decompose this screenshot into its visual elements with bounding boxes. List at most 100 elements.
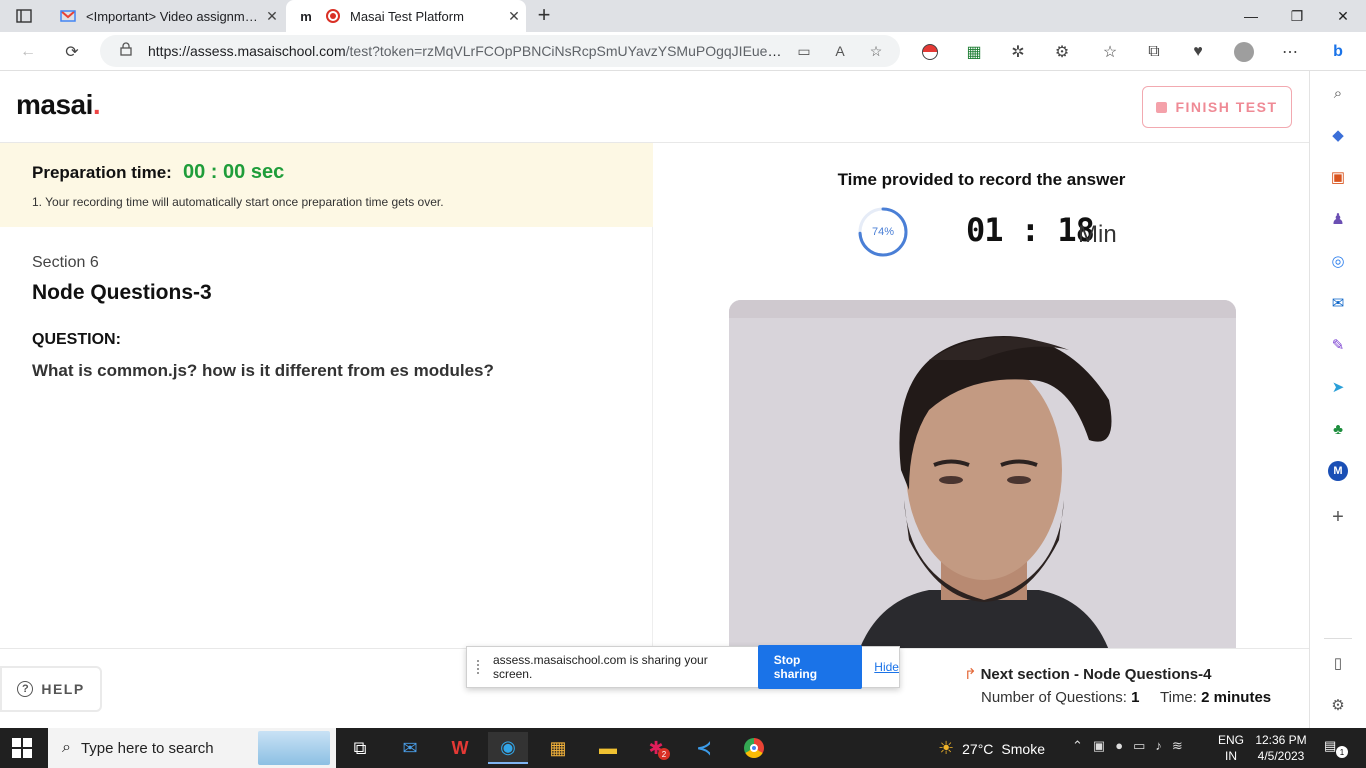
slack-icon[interactable]: ✱ 2 [636, 732, 676, 764]
next-section-title: Next section - Node Questions-4 [980, 666, 1212, 683]
task-view-icon[interactable]: ⧉ [340, 732, 380, 764]
recording-icon [326, 9, 340, 23]
question-circle-icon: ? [17, 681, 34, 697]
extension-pokeball-icon[interactable] [916, 38, 944, 66]
camera-tray-icon[interactable]: ▣ [1093, 738, 1105, 754]
stop-sharing-button[interactable]: Stop sharing [757, 645, 863, 689]
tab-masai[interactable]: m Masai Test Platform ✕ [286, 0, 526, 32]
taskbar-search[interactable]: ⌕ Type here to search [48, 728, 336, 768]
sun-haze-icon: ☀ [938, 738, 955, 758]
tree-icon[interactable]: ♣ [1327, 418, 1349, 440]
chrome-icon[interactable] [734, 732, 774, 764]
extensions-icon[interactable]: ⚙ [1048, 38, 1076, 66]
close-tab-icon[interactable]: ✕ [260, 8, 284, 25]
performance-icon[interactable]: ♥ [1184, 38, 1212, 66]
microsoft365-icon[interactable]: ◎ [1327, 250, 1349, 272]
telegram-icon[interactable]: ➤ [1327, 376, 1349, 398]
volume-icon[interactable]: ♪ [1155, 738, 1162, 754]
clock-time: 12:36 PM [1255, 733, 1307, 747]
favorites-icon[interactable]: ☆ [1096, 38, 1124, 66]
m-app-icon[interactable]: M [1327, 460, 1349, 482]
tools-briefcase-icon[interactable]: ▣ [1327, 166, 1349, 188]
question-label: QUESTION: [32, 331, 121, 348]
url-host: https://assess.masaischool.com [148, 43, 346, 59]
webcam-person-image [729, 300, 1236, 650]
close-window-button[interactable]: ✕ [1320, 0, 1366, 32]
weather-desc: Smoke [1001, 740, 1045, 757]
system-tray: ⌃ ▣ ● ▭ ♪ ≋ [1072, 738, 1183, 754]
outlook-icon[interactable]: ✉ [1327, 292, 1349, 314]
read-aloud-icon[interactable]: A [830, 41, 850, 61]
language-indicator[interactable]: ENG IN [1218, 732, 1244, 764]
help-button[interactable]: ? HELP [0, 666, 102, 712]
notification-icon[interactable]: ▤ 1 [1324, 738, 1348, 758]
question-pane: Preparation time: 00 : 00 sec 1. Your re… [0, 143, 653, 728]
tab-title: <Important> Video assignment [86, 8, 260, 24]
lang-region: IN [1225, 749, 1237, 763]
logo-dot: . [92, 89, 101, 120]
masai-icon: m [300, 8, 312, 24]
time-value: 2 minutes [1201, 689, 1272, 706]
refresh-button[interactable]: ⟳ [58, 38, 86, 66]
extension-sheet-icon[interactable]: ▦ [960, 38, 988, 66]
shopping-tag-icon[interactable]: ◆ [1327, 124, 1349, 146]
search-icon[interactable]: ⌕ [1327, 82, 1349, 104]
bing-chat-icon[interactable]: b [1324, 38, 1352, 66]
settings-gear-icon[interactable]: ⚙ [1327, 694, 1349, 716]
battery-icon[interactable]: ▭ [1133, 738, 1145, 754]
recording-pane: Time provided to record the answer 74% 0… [654, 143, 1309, 728]
search-placeholder: Type here to search [80, 739, 214, 757]
address-bar[interactable]: https://assess.masaischool.com/test?toke… [100, 35, 900, 67]
windows-start-icon[interactable] [12, 738, 32, 758]
chevron-up-icon[interactable]: ⌃ [1072, 738, 1083, 754]
tab-gmail[interactable]: <Important> Video assignment ✕ [48, 0, 284, 32]
questions-label: Number of Questions: [981, 689, 1127, 706]
camera-in-use-icon[interactable]: ▭ [794, 41, 814, 61]
search-highlight-image [258, 731, 330, 765]
test-page: masai. FINISH TEST Preparation time: 00 … [0, 71, 1309, 728]
lock-icon[interactable] [120, 41, 134, 61]
games-icon[interactable]: ♟ [1327, 208, 1349, 230]
add-sidebar-icon[interactable]: + [1327, 506, 1349, 528]
stop-square-icon [1156, 101, 1168, 113]
drag-handle-icon[interactable] [477, 660, 483, 674]
profile-avatar[interactable] [1230, 38, 1258, 66]
add-favorite-icon[interactable]: ☆ [866, 41, 886, 61]
wifi-icon[interactable]: ≋ [1172, 738, 1183, 754]
browser-toolbar: ← ⟳ https://assess.masaischool.com/test?… [0, 32, 1366, 71]
mail-icon[interactable]: ✉ [390, 732, 430, 764]
edge-sidebar: ⌕ ◆ ▣ ♟ ◎ ✉ ✎ ➤ ♣ M + ▯ ⚙ [1309, 71, 1366, 728]
lang-code: ENG [1218, 733, 1245, 747]
slack-badge: 2 [658, 748, 670, 760]
designer-icon[interactable]: ✎ [1327, 334, 1349, 356]
microphone-icon[interactable]: ● [1115, 738, 1123, 754]
new-tab-button[interactable]: + [532, 4, 556, 28]
taskbar-clock[interactable]: 12:36 PM 4/5/2023 [1255, 732, 1307, 764]
recording-title: Time provided to record the answer [837, 170, 1126, 189]
hide-sidebar-icon[interactable]: ▯ [1327, 652, 1349, 674]
weather-widget[interactable]: ☀ 27°C Smoke [938, 738, 1045, 759]
edge-browser-icon[interactable]: ◉ [488, 732, 528, 764]
extension-bug-icon[interactable]: ✲ [1004, 38, 1032, 66]
timer-unit: Min [1078, 221, 1117, 248]
tab-actions-icon[interactable] [10, 6, 38, 26]
back-button[interactable]: ← [14, 38, 42, 66]
minimize-button[interactable]: — [1228, 0, 1274, 32]
question-text: What is common.js? how is it different f… [32, 361, 494, 380]
close-tab-icon[interactable]: ✕ [502, 8, 526, 25]
wps-office-icon[interactable]: W [440, 732, 480, 764]
file-explorer-icon[interactable]: ▬ [588, 732, 628, 764]
finish-test-button[interactable]: FINISH TEST [1142, 86, 1292, 128]
notification-count: 1 [1336, 746, 1348, 758]
questions-value: 1 [1131, 689, 1140, 706]
preparation-time: 00 : 00 sec [183, 161, 285, 183]
vscode-icon[interactable]: ≺ [684, 732, 724, 764]
microsoft-store-icon[interactable]: ▦ [538, 732, 578, 764]
collections-icon[interactable]: ⧉ [1140, 38, 1168, 66]
more-menu-icon[interactable]: ⋯ [1276, 38, 1304, 66]
preparation-note: 1. Your recording time will automaticall… [32, 195, 444, 209]
restore-button[interactable]: ❐ [1274, 0, 1320, 32]
webcam-preview [729, 300, 1236, 650]
hide-link[interactable]: Hide [874, 660, 899, 674]
url-text[interactable]: https://assess.masaischool.com/test?toke… [148, 43, 782, 59]
